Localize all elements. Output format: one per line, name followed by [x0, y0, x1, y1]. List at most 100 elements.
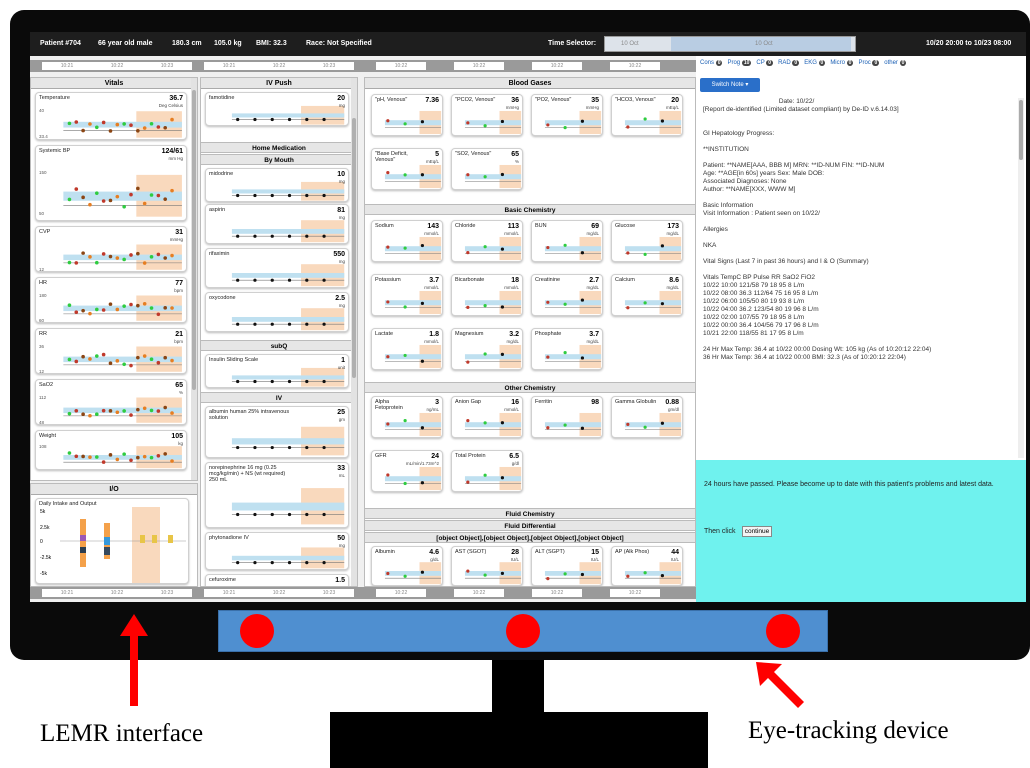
lab-card-basic-2[interactable]: Chloride 113 mmol/L [451, 220, 523, 262]
med-card-1[interactable]: famotidine 20 mg [205, 92, 349, 126]
data-point [136, 186, 140, 191]
lab-card-basic-3[interactable]: BUN 69 mg/dL [531, 220, 603, 262]
data-point [643, 425, 647, 429]
note-tab-cp[interactable]: CP 0 [756, 60, 774, 66]
lab-card-blood-gas-2[interactable]: "PCO2, Venous" 36 mmHg [451, 94, 523, 136]
data-point [81, 412, 85, 417]
data-point [129, 192, 133, 197]
card-unit: gm [338, 417, 345, 422]
note-line: 36 Hr Max Temp: 36.4 at 10/22 00:00 BMI:… [703, 354, 906, 361]
note-tab-other[interactable]: other 0 [884, 60, 907, 66]
lab-card-other-5[interactable]: GFR 24 mL/min/1.73m^2 [371, 450, 443, 492]
data-point [466, 360, 470, 364]
note-tab-rad[interactable]: RAD 0 [778, 60, 800, 66]
data-point [81, 195, 85, 200]
data-point [270, 445, 274, 450]
lab-card-basic-9[interactable]: Lactate 1.8 mmol/L [371, 328, 443, 370]
lab-card-basic-11[interactable]: Phosphate 3.7 mg/dL [531, 328, 603, 370]
lab-card-basic-10[interactable]: Magnesium 3.2 mg/dL [451, 328, 523, 370]
data-point [305, 117, 309, 122]
lab-card-liver-1[interactable]: Albumin 4.6 g/dL [371, 546, 443, 586]
meds-scrollbar[interactable] [351, 78, 357, 586]
med-card-10[interactable]: cefuroxime 1.5gm [205, 574, 349, 586]
io-ytick: -5k [40, 571, 47, 577]
data-point [483, 304, 487, 308]
med-card-7[interactable]: albumin human 25% intravenous solution 25… [205, 406, 349, 458]
vitals-scrollbar[interactable] [191, 78, 197, 480]
vital-card-temperature[interactable]: Temperature 36.7 Deg Celsius 40 33.4 [35, 92, 187, 140]
note-scrollbar[interactable] [1018, 98, 1024, 458]
mini-chart [231, 220, 345, 243]
data-point [253, 512, 257, 517]
note-tab-proc[interactable]: Proc 0 [858, 60, 880, 66]
io-ytick: 2.5k [40, 525, 50, 531]
lab-card-basic-6[interactable]: Bicarbonate 18 mmol/L [451, 274, 523, 316]
lab-card-other-3[interactable]: Ferritin 98 [531, 396, 603, 438]
lab-card-liver-3[interactable]: ALT (SGPT) 15 IU/L [531, 546, 603, 586]
data-point [305, 445, 309, 450]
card-value: 81 [337, 207, 345, 214]
data-point [108, 198, 113, 203]
lab-card-other-4[interactable]: Gamma Globulin 0.88 gm/dl [611, 396, 683, 438]
data-point [660, 574, 664, 578]
lab-card-blood-gas-6[interactable]: "SO2, Venous" 65% [451, 148, 523, 190]
lab-card-blood-gas-1[interactable]: "pH, Venous" 7.36 [371, 94, 443, 136]
note-tab-label: Cons [700, 60, 716, 66]
data-point [483, 175, 487, 179]
lab-card-basic-8[interactable]: Calcium 8.6 mg/dL [611, 274, 683, 316]
mini-chart [63, 295, 182, 321]
continue-button[interactable]: continue [742, 526, 772, 537]
time-tick: 10:22 [92, 62, 142, 70]
lab-card-basic-7[interactable]: Creatinine 2.7 mg/dL [531, 274, 603, 316]
other-chemistry-header: Other Chemistry [365, 382, 695, 393]
card-value: 65 [175, 382, 183, 389]
io-header: I/O [31, 484, 197, 495]
vital-card-hr[interactable]: HR 77 bpm 180 60 [35, 277, 187, 323]
note-tab-cons[interactable]: Cons 0 [700, 60, 723, 66]
vital-card-systemic-bp[interactable]: Systemic BP 124/61 mm Hg 150 50 [35, 145, 187, 221]
med-card-2[interactable]: midodrine 10 mg [205, 168, 349, 202]
data-point [236, 193, 240, 198]
data-point [500, 119, 504, 124]
note-tab-prog[interactable]: Prog 10 [727, 60, 752, 66]
card-value: 98 [591, 399, 599, 406]
vital-card-cvp[interactable]: CVP 31 mmHg 12 [35, 226, 187, 272]
lab-card-basic-5[interactable]: Potassium 3.7 mmol/L [371, 274, 443, 316]
card-ymin: 33.4 [39, 134, 48, 140]
note-text: Date: 10/22/[Report de-identified (Limit… [703, 98, 1015, 362]
lab-card-blood-gas-4[interactable]: "HCO3, Venous" 20 mEq/L [611, 94, 683, 136]
note-tab-micro[interactable]: Micro 0 [830, 60, 854, 66]
lab-card-liver-4[interactable]: AP (Alk Phos) 44 IU/L [611, 546, 683, 586]
note-tab-ekg[interactable]: EKG 0 [804, 60, 826, 66]
data-point [156, 453, 161, 458]
vital-card-rr[interactable]: RR 21 bpm 36 12 [35, 328, 187, 374]
vital-card-weight[interactable]: Weight 105 kg 108 [35, 430, 187, 470]
med-card-9[interactable]: phytonadione IV 50 mg [205, 532, 349, 570]
lab-card-blood-gas-3[interactable]: "PO2, Venous" 35 mmHg [531, 94, 603, 136]
card-ymin: 50 [39, 211, 45, 217]
lab-card-other-2[interactable]: Anion Gap 16 mmol/L [451, 396, 523, 438]
lab-card-blood-gas-5[interactable]: "Base Deficit, Venous" 5 mEq/L [371, 148, 443, 190]
data-point [322, 379, 326, 384]
lab-card-basic-4[interactable]: Glucose 173 mg/dL [611, 220, 683, 262]
lab-card-other-6[interactable]: Total Protein 6.5 g/dl [451, 450, 523, 492]
io-card[interactable]: Daily Intake and Output 5k 2.5k 0 -2.5k … [35, 498, 189, 584]
med-card-3[interactable]: aspirin 81 mg [205, 204, 349, 244]
lab-card-basic-1[interactable]: Sodium 143 mmol/L [371, 220, 443, 262]
lab-card-other-1[interactable]: Alpha Fetoprotein 3 ng/mL [371, 396, 443, 438]
med-card-8[interactable]: norepinephrine 16 mg (0.25 mcg/kg/min) +… [205, 462, 349, 528]
vitals-panel: Vitals Temperature 36.7 Deg Celsius 40 33.4 S… [30, 77, 198, 481]
med-card-5[interactable]: oxycodone 2.5 mg [205, 292, 349, 332]
data-point [156, 252, 161, 257]
lab-card-liver-2[interactable]: AST (SGOT) 28 IU/L [451, 546, 523, 586]
time-selector-slider[interactable]: 10 Oct 10 Oct [604, 36, 856, 52]
note-line: Age: **AGE[in 60s] years Sex: Male DOB: [703, 170, 825, 177]
med-card-6[interactable]: Insulin Sliding Scale 1 unit [205, 354, 349, 388]
then-click-label: Then click [704, 528, 736, 535]
patient-age-sex: 66 year old male [98, 40, 153, 47]
switch-note-button[interactable]: Switch Note ▾ [700, 78, 760, 92]
med-card-4[interactable]: rifaximin 550 mg [205, 248, 349, 288]
note-line [703, 218, 1015, 226]
vital-card-sao2[interactable]: SaO2 65% 112 48 [35, 379, 187, 425]
card-title: "HCO3, Venous" [615, 97, 656, 103]
